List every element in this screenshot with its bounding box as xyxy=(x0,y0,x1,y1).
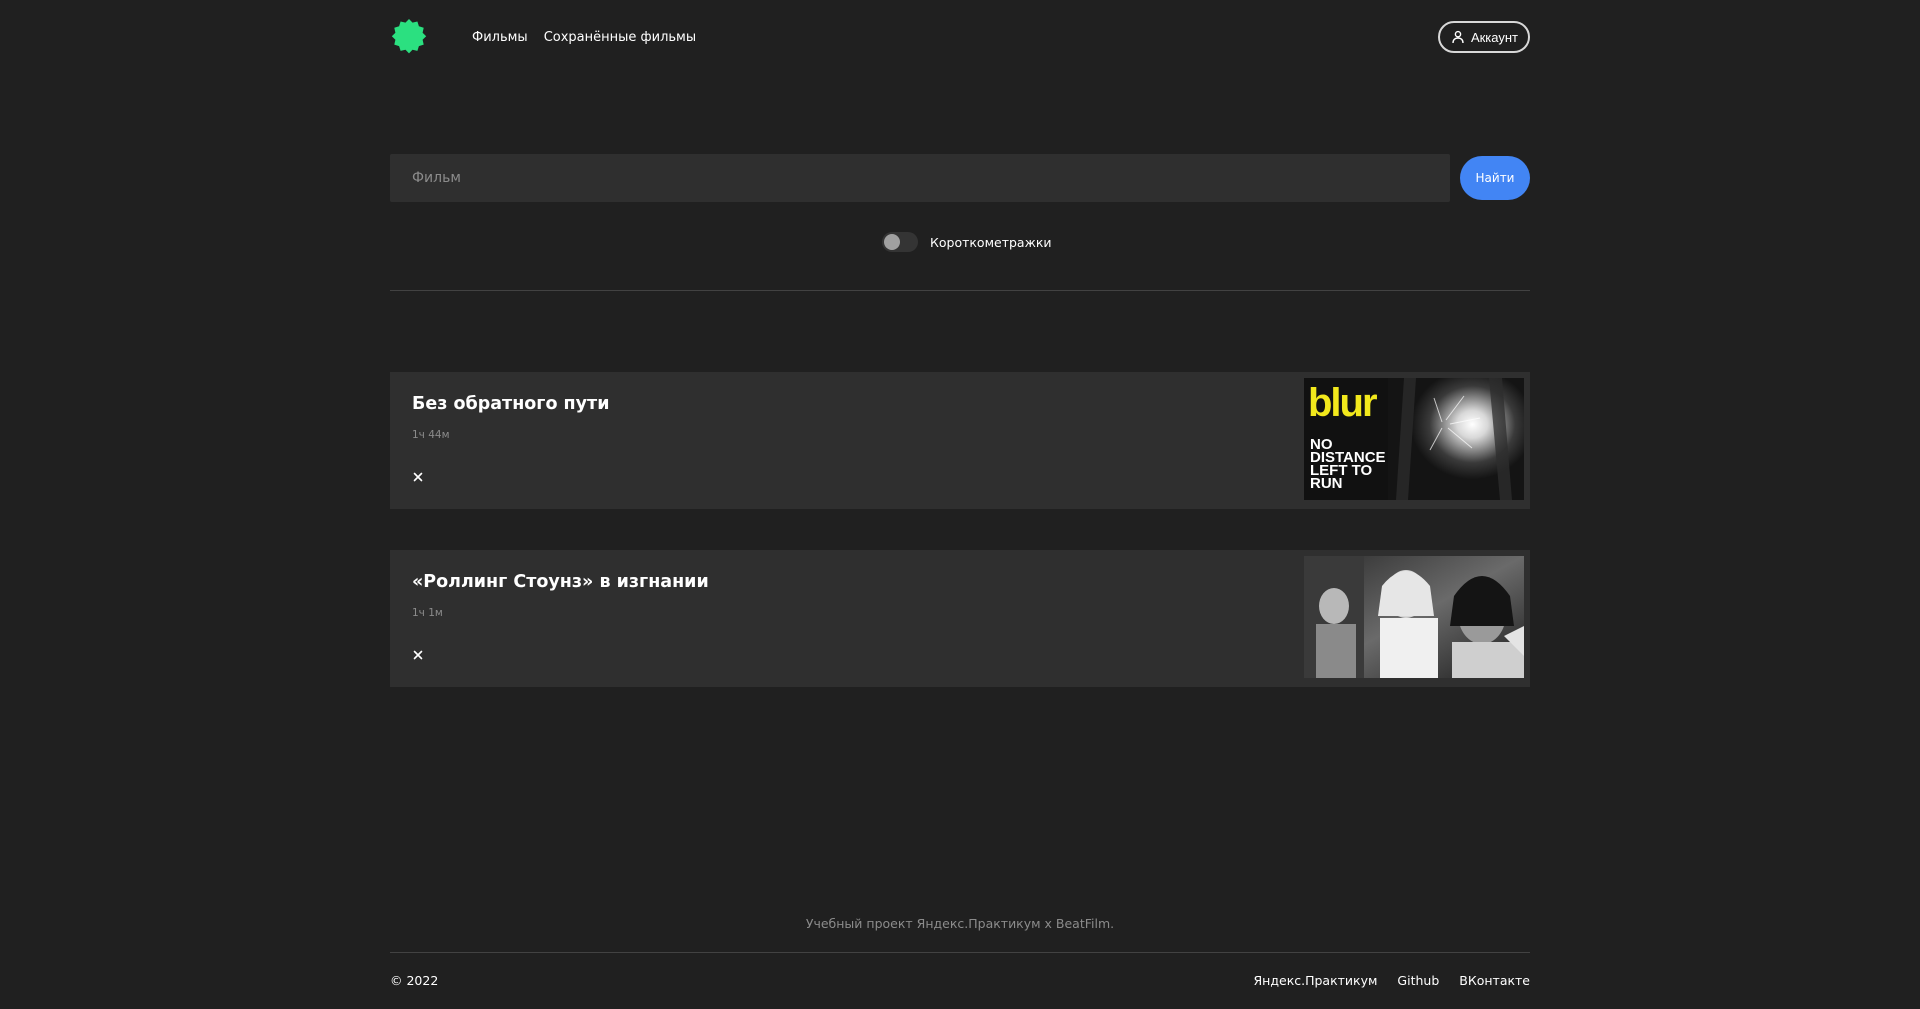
footer-link-yandex[interactable]: Яндекс.Практикум xyxy=(1254,973,1378,988)
logo[interactable] xyxy=(390,18,428,56)
movie-duration: 1ч 1м xyxy=(412,607,443,619)
search-button[interactable]: Найти xyxy=(1460,156,1530,200)
close-icon xyxy=(413,472,423,482)
search-input[interactable] xyxy=(390,154,1450,202)
shorts-toggle[interactable] xyxy=(882,232,918,252)
movie-card: «Роллинг Стоунз» в изгнании 1ч 1м xyxy=(390,550,1530,687)
poster-brand-text: blur xyxy=(1308,381,1377,425)
toggle-knob xyxy=(884,234,900,250)
search-divider xyxy=(390,290,1530,291)
footer-bottom: © 2022 Яндекс.Практикум Github ВКонтакте xyxy=(390,973,1530,988)
movie-card: Без обратного пути 1ч 44м blur NO DISTAN… xyxy=(390,372,1530,509)
footer-note: Учебный проект Яндекс.Практикум х BeatFi… xyxy=(805,916,1115,931)
footer-link-vk[interactable]: ВКонтакте xyxy=(1459,973,1530,988)
header: Фильмы Сохранённые фильмы Аккаунт xyxy=(390,17,1530,57)
nav-saved-movies-link[interactable]: Сохранённые фильмы xyxy=(544,30,696,45)
account-label: Аккаунт xyxy=(1470,29,1518,45)
remove-movie-button[interactable] xyxy=(410,469,426,485)
user-icon xyxy=(1452,30,1464,44)
remove-movie-button[interactable] xyxy=(410,647,426,663)
movie-poster[interactable]: blur NO DISTANCE LEFT TO RUN xyxy=(1304,378,1524,500)
footer-divider xyxy=(390,952,1530,953)
movie-duration: 1ч 44м xyxy=(412,429,450,441)
shorts-filter-label: Короткометражки xyxy=(930,234,1052,250)
poster-line-4: RUN xyxy=(1310,475,1343,492)
nav-movies-link[interactable]: Фильмы xyxy=(472,30,528,45)
movie-title: Без обратного пути xyxy=(412,394,610,414)
search-form: Найти xyxy=(390,154,1530,202)
saved-movies-page: Фильмы Сохранённые фильмы Аккаунт Найти … xyxy=(0,0,1920,1009)
shorts-filter: Короткометражки xyxy=(882,231,1052,253)
account-button[interactable]: Аккаунт xyxy=(1437,21,1530,53)
main-nav: Фильмы Сохранённые фильмы xyxy=(472,30,696,45)
close-icon xyxy=(413,650,423,660)
movie-title: «Роллинг Стоунз» в изгнании xyxy=(412,572,709,592)
footer-link-github[interactable]: Github xyxy=(1397,973,1439,988)
movie-poster[interactable] xyxy=(1304,556,1524,678)
footer-links: Яндекс.Практикум Github ВКонтакте xyxy=(1254,973,1531,988)
copyright: © 2022 xyxy=(390,973,439,988)
